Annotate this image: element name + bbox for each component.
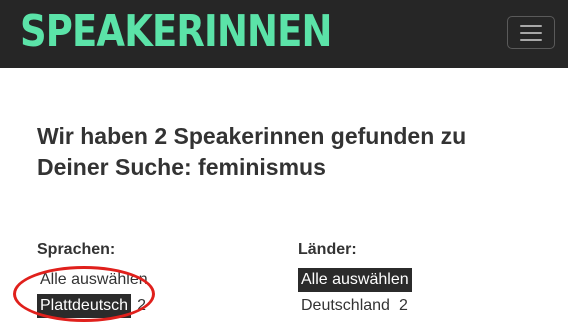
countries-select-all[interactable]: Alle auswählen — [298, 268, 412, 292]
country-option-label[interactable]: Deutschland — [298, 294, 393, 318]
languages-select-all-label[interactable]: Alle auswählen — [37, 268, 151, 292]
languages-select-all[interactable]: Alle auswählen — [37, 268, 151, 292]
hamburger-menu-icon-bar — [520, 38, 542, 41]
search-results-headline: Wir haben 2 Speakerinnen gefunden zu Dei… — [37, 121, 537, 183]
results-prefix: Wir haben — [37, 123, 155, 149]
site-logo[interactable]: SPEAKERINNEN — [20, 7, 332, 57]
countries-select-all-label[interactable]: Alle auswählen — [298, 268, 412, 292]
languages-filter-title: Sprachen: — [37, 241, 116, 258]
hamburger-menu-icon-bar — [520, 31, 542, 34]
hamburger-menu-icon — [520, 24, 542, 27]
menu-toggle-button[interactable] — [507, 16, 555, 49]
language-option-count: 2 — [137, 297, 146, 314]
country-option-count: 2 — [398, 297, 408, 314]
top-navbar: SPEAKERINNEN — [0, 0, 568, 68]
language-option-plattdeutsch[interactable]: Plattdeutsch 2 — [37, 294, 146, 318]
language-option-label[interactable]: Plattdeutsch — [37, 294, 132, 318]
countries-filter-title: Länder: — [298, 241, 357, 258]
search-query: feminismus — [198, 154, 326, 180]
results-count: 2 — [154, 123, 168, 149]
country-option-deutschland[interactable]: Deutschland 2 — [298, 294, 408, 318]
